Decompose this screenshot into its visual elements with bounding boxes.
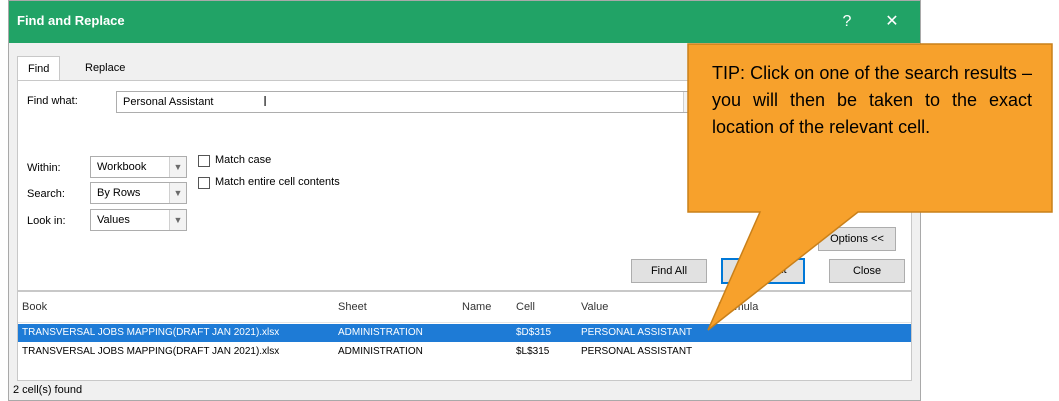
tip-callout-text: TIP: Click on one of the search results … [712, 63, 1032, 137]
